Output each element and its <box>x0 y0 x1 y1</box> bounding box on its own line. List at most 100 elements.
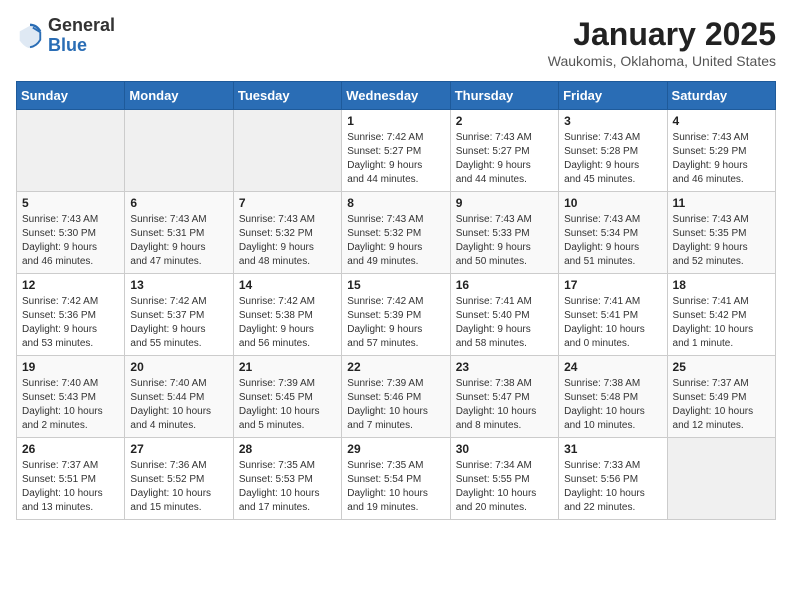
day-cell: 15 Sunrise: 7:42 AM Sunset: 5:39 PM Dayli… <box>342 274 450 356</box>
day-cell: 1 Sunrise: 7:42 AM Sunset: 5:27 PM Daylig… <box>342 110 450 192</box>
day-info: Sunrise: 7:43 AM Sunset: 5:29 PM Dayligh… <box>673 131 770 187</box>
day-info: Sunrise: 7:43 AM Sunset: 5:27 PM Dayligh… <box>456 131 553 187</box>
day-cell: 2Sunrise: 7:43 AM Sunset: 5:27 PM Daylig… <box>450 110 558 192</box>
day-info: Sunrise: 7:41 AM Sunset: 5:41 PM Dayligh… <box>564 295 661 351</box>
day-number: 30 <box>456 442 553 456</box>
day-cell: 19 Sunrise: 7:40 AM Sunset: 5:43 PM Dayli… <box>17 356 125 438</box>
week-row-3: 12 Sunrise: 7:42 AM Sunset: 5:36 PM Dayli… <box>17 274 776 356</box>
day-cell: 25 Sunrise: 7:37 AM Sunset: 5:49 PM Dayli… <box>667 356 775 438</box>
day-info: Sunrise: 7:36 AM Sunset: 5:52 PM Dayligh… <box>130 459 227 515</box>
day-cell <box>17 110 125 192</box>
day-cell: 22 Sunrise: 7:39 AM Sunset: 5:46 PM Dayli… <box>342 356 450 438</box>
week-row-4: 19 Sunrise: 7:40 AM Sunset: 5:43 PM Dayli… <box>17 356 776 438</box>
day-number: 14 <box>239 278 336 292</box>
day-info: Sunrise: 7:43 AM Sunset: 5:33 PM Dayligh… <box>456 213 553 269</box>
day-info: Sunrise: 7:37 AM Sunset: 5:51 PM Dayligh… <box>22 459 119 515</box>
weekday-header-wednesday: Wednesday <box>342 82 450 110</box>
day-info: Sunrise: 7:43 AM Sunset: 5:30 PM Dayligh… <box>22 213 119 269</box>
day-number: 27 <box>130 442 227 456</box>
day-info: Sunrise: 7:33 AM Sunset: 5:56 PM Dayligh… <box>564 459 661 515</box>
day-number: 25 <box>673 360 770 374</box>
day-info: Sunrise: 7:40 AM Sunset: 5:44 PM Dayligh… <box>130 377 227 433</box>
day-info: Sunrise: 7:35 AM Sunset: 5:54 PM Dayligh… <box>347 459 444 515</box>
day-cell: 13Sunrise: 7:42 AM Sunset: 5:37 PM Dayli… <box>125 274 233 356</box>
day-info: Sunrise: 7:42 AM Sunset: 5:38 PM Dayligh… <box>239 295 336 351</box>
day-cell: 24 Sunrise: 7:38 AM Sunset: 5:48 PM Dayli… <box>559 356 667 438</box>
day-info: Sunrise: 7:42 AM Sunset: 5:27 PM Dayligh… <box>347 131 444 187</box>
day-number: 19 <box>22 360 119 374</box>
day-number: 18 <box>673 278 770 292</box>
calendar-table: SundayMondayTuesdayWednesdayThursdayFrid… <box>16 81 776 520</box>
day-info: Sunrise: 7:39 AM Sunset: 5:45 PM Dayligh… <box>239 377 336 433</box>
day-info: Sunrise: 7:42 AM Sunset: 5:37 PM Dayligh… <box>130 295 227 351</box>
day-info: Sunrise: 7:37 AM Sunset: 5:49 PM Dayligh… <box>673 377 770 433</box>
day-number: 6 <box>130 196 227 210</box>
day-cell: 10 Sunrise: 7:43 AM Sunset: 5:34 PM Dayli… <box>559 192 667 274</box>
day-info: Sunrise: 7:39 AM Sunset: 5:46 PM Dayligh… <box>347 377 444 433</box>
weekday-header-thursday: Thursday <box>450 82 558 110</box>
day-number: 8 <box>347 196 444 210</box>
week-row-5: 26 Sunrise: 7:37 AM Sunset: 5:51 PM Dayli… <box>17 438 776 520</box>
day-cell: 7 Sunrise: 7:43 AM Sunset: 5:32 PM Daylig… <box>233 192 341 274</box>
day-number: 12 <box>22 278 119 292</box>
day-info: Sunrise: 7:43 AM Sunset: 5:31 PM Dayligh… <box>130 213 227 269</box>
week-row-2: 5 Sunrise: 7:43 AM Sunset: 5:30 PM Daylig… <box>17 192 776 274</box>
day-cell: 17 Sunrise: 7:41 AM Sunset: 5:41 PM Dayli… <box>559 274 667 356</box>
day-cell: 12 Sunrise: 7:42 AM Sunset: 5:36 PM Dayli… <box>17 274 125 356</box>
day-info: Sunrise: 7:43 AM Sunset: 5:32 PM Dayligh… <box>239 213 336 269</box>
day-cell: 23Sunrise: 7:38 AM Sunset: 5:47 PM Dayli… <box>450 356 558 438</box>
week-row-1: 1 Sunrise: 7:42 AM Sunset: 5:27 PM Daylig… <box>17 110 776 192</box>
day-number: 11 <box>673 196 770 210</box>
day-cell: 5 Sunrise: 7:43 AM Sunset: 5:30 PM Daylig… <box>17 192 125 274</box>
day-info: Sunrise: 7:34 AM Sunset: 5:55 PM Dayligh… <box>456 459 553 515</box>
day-number: 21 <box>239 360 336 374</box>
weekday-header-sunday: Sunday <box>17 82 125 110</box>
day-number: 1 <box>347 114 444 128</box>
day-cell: 29 Sunrise: 7:35 AM Sunset: 5:54 PM Dayli… <box>342 438 450 520</box>
day-cell: 14 Sunrise: 7:42 AM Sunset: 5:38 PM Dayli… <box>233 274 341 356</box>
day-cell: 3Sunrise: 7:43 AM Sunset: 5:28 PM Daylig… <box>559 110 667 192</box>
day-number: 10 <box>564 196 661 210</box>
day-info: Sunrise: 7:38 AM Sunset: 5:47 PM Dayligh… <box>456 377 553 433</box>
day-info: Sunrise: 7:42 AM Sunset: 5:39 PM Dayligh… <box>347 295 444 351</box>
day-number: 5 <box>22 196 119 210</box>
day-info: Sunrise: 7:43 AM Sunset: 5:35 PM Dayligh… <box>673 213 770 269</box>
location-text: Waukomis, Oklahoma, United States <box>548 53 776 69</box>
day-number: 9 <box>456 196 553 210</box>
logo-blue-text: Blue <box>48 35 87 55</box>
day-number: 16 <box>456 278 553 292</box>
weekday-header-monday: Monday <box>125 82 233 110</box>
day-number: 17 <box>564 278 661 292</box>
day-cell: 11 Sunrise: 7:43 AM Sunset: 5:35 PM Dayli… <box>667 192 775 274</box>
day-info: Sunrise: 7:35 AM Sunset: 5:53 PM Dayligh… <box>239 459 336 515</box>
weekday-header-saturday: Saturday <box>667 82 775 110</box>
weekday-header-row: SundayMondayTuesdayWednesdayThursdayFrid… <box>17 82 776 110</box>
day-number: 15 <box>347 278 444 292</box>
day-cell: 16Sunrise: 7:41 AM Sunset: 5:40 PM Dayli… <box>450 274 558 356</box>
day-cell <box>667 438 775 520</box>
day-info: Sunrise: 7:38 AM Sunset: 5:48 PM Dayligh… <box>564 377 661 433</box>
title-block: January 2025 Waukomis, Oklahoma, United … <box>548 16 776 69</box>
day-cell: 4 Sunrise: 7:43 AM Sunset: 5:29 PM Daylig… <box>667 110 775 192</box>
day-number: 31 <box>564 442 661 456</box>
day-cell: 26 Sunrise: 7:37 AM Sunset: 5:51 PM Dayli… <box>17 438 125 520</box>
day-info: Sunrise: 7:40 AM Sunset: 5:43 PM Dayligh… <box>22 377 119 433</box>
day-cell: 28Sunrise: 7:35 AM Sunset: 5:53 PM Dayli… <box>233 438 341 520</box>
logo: General Blue <box>16 16 115 56</box>
day-number: 20 <box>130 360 227 374</box>
day-number: 26 <box>22 442 119 456</box>
day-number: 7 <box>239 196 336 210</box>
day-cell: 6 Sunrise: 7:43 AM Sunset: 5:31 PM Daylig… <box>125 192 233 274</box>
day-number: 4 <box>673 114 770 128</box>
day-number: 22 <box>347 360 444 374</box>
logo-icon <box>16 22 44 50</box>
day-info: Sunrise: 7:42 AM Sunset: 5:36 PM Dayligh… <box>22 295 119 351</box>
day-cell: 20 Sunrise: 7:40 AM Sunset: 5:44 PM Dayli… <box>125 356 233 438</box>
page-header: General Blue January 2025 Waukomis, Okla… <box>16 16 776 69</box>
logo-general-text: General <box>48 15 115 35</box>
day-cell: 31 Sunrise: 7:33 AM Sunset: 5:56 PM Dayli… <box>559 438 667 520</box>
day-number: 29 <box>347 442 444 456</box>
day-number: 24 <box>564 360 661 374</box>
day-number: 3 <box>564 114 661 128</box>
day-info: Sunrise: 7:43 AM Sunset: 5:34 PM Dayligh… <box>564 213 661 269</box>
